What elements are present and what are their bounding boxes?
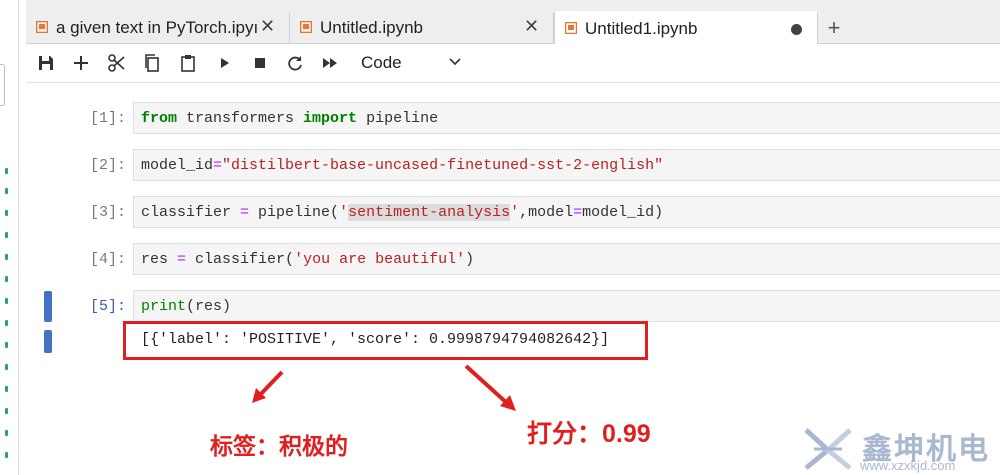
cell-prompt: [1]: xyxy=(89,110,126,127)
code-token: res xyxy=(141,251,178,268)
cell-prompt: [4]: xyxy=(89,251,126,268)
tab-label: Untitled1.ipynb xyxy=(585,19,698,38)
fast-forward-icon[interactable] xyxy=(319,52,341,74)
code-token: = xyxy=(573,204,583,221)
cell-prompt: [2]: xyxy=(89,157,126,174)
notebook-icon xyxy=(36,21,48,33)
tab-untitled1[interactable]: Untitled1.ipynb xyxy=(554,11,818,44)
output-collapse-indicator[interactable] xyxy=(44,330,52,353)
sidebar-marker xyxy=(5,364,8,370)
code-token: ' xyxy=(510,204,520,221)
cut-icon[interactable] xyxy=(106,52,128,74)
code-token: "distilbert-base-uncased-finetuned-sst-2… xyxy=(222,157,664,174)
add-tab-button[interactable]: + xyxy=(818,12,850,43)
code-token: model_id) xyxy=(582,204,664,221)
tab-label: a given text in PyTorch.ipyı xyxy=(56,18,259,37)
code-token: sentiment-analysis xyxy=(348,204,511,221)
arrow-to-label-icon xyxy=(252,370,284,403)
restart-icon[interactable] xyxy=(284,52,306,74)
cell-prompt: [5]: xyxy=(89,298,126,315)
sidebar-marker xyxy=(5,430,8,436)
code-token: from xyxy=(141,110,178,127)
sidebar-marker xyxy=(5,232,8,238)
close-icon[interactable]: ✕ xyxy=(524,16,539,37)
sidebar-marker xyxy=(5,452,8,458)
label-annotation: 标签：积极的 xyxy=(210,433,348,459)
code-token: pipeline( xyxy=(249,204,340,221)
unsaved-dot-icon[interactable] xyxy=(791,24,802,35)
sidebar-marker xyxy=(5,254,8,260)
sidebar-marker xyxy=(5,408,8,414)
watermark: 鑫坤机电 www.xzxkjd.com xyxy=(802,424,1000,475)
left-sidebar xyxy=(0,0,19,475)
code-line[interactable]: classifier = pipeline('sentiment-analysi… xyxy=(141,204,663,221)
code-cell[interactable]: classifier = pipeline('sentiment-analysi… xyxy=(133,196,1000,228)
code-line[interactable]: res = classifier('you are beautiful') xyxy=(141,251,474,268)
tab-label: Untitled.ipynb xyxy=(320,18,424,37)
cell-prompt: [3]: xyxy=(89,204,126,221)
tab-bar: a given text in PyTorch.ipyı ✕ Untitled.… xyxy=(26,0,1000,44)
sidebar-marker xyxy=(5,276,8,282)
sidebar-marker xyxy=(5,320,8,326)
code-token: ,model xyxy=(519,204,574,221)
paste-icon[interactable] xyxy=(177,52,199,74)
arrow-to-score-icon xyxy=(464,364,516,411)
code-token: ) xyxy=(465,251,475,268)
code-cell-active[interactable]: print(res) xyxy=(133,290,1000,322)
sidebar-marker xyxy=(5,168,8,174)
code-token: pipeline xyxy=(357,110,439,127)
watermark-url: www.xzxkjd.com xyxy=(860,458,956,473)
output-highlight-box xyxy=(123,321,648,360)
stop-icon[interactable] xyxy=(249,52,271,74)
chevron-down-icon[interactable] xyxy=(448,54,462,68)
code-token: print xyxy=(141,298,187,315)
run-icon[interactable] xyxy=(214,52,236,74)
code-token: = xyxy=(213,157,223,174)
sidebar-marker xyxy=(5,210,8,216)
tab-pytorch-notebook[interactable]: a given text in PyTorch.ipyı ✕ xyxy=(26,12,290,43)
code-token: 'you are beautiful' xyxy=(294,251,466,268)
cell-type-select[interactable]: Code xyxy=(361,53,402,73)
code-token: (res) xyxy=(186,298,232,315)
score-annotation: 打分：0.99 xyxy=(527,420,651,448)
notebook-icon xyxy=(300,21,312,33)
sidebar-marker xyxy=(5,188,8,194)
code-cell[interactable]: from transformers import pipeline xyxy=(133,102,1000,134)
code-token: transformers xyxy=(177,110,304,127)
sidebar-marker xyxy=(5,298,8,304)
code-token: ' xyxy=(339,204,349,221)
close-icon[interactable]: ✕ xyxy=(260,16,275,37)
notebook-toolbar: Code xyxy=(26,44,1000,83)
code-token: classifier xyxy=(141,204,241,221)
code-line[interactable]: print(res) xyxy=(141,298,231,315)
code-token: model_id xyxy=(141,157,214,174)
code-token: = xyxy=(240,204,250,221)
tab-untitled[interactable]: Untitled.ipynb ✕ xyxy=(290,12,554,43)
code-line[interactable]: from transformers import pipeline xyxy=(141,110,438,127)
code-token: import xyxy=(303,110,358,127)
sidebar-marker xyxy=(5,342,8,348)
code-cell[interactable]: model_id="distilbert-base-uncased-finetu… xyxy=(133,149,1000,181)
code-line[interactable]: model_id="distilbert-base-uncased-finetu… xyxy=(141,157,663,174)
active-cell-indicator[interactable] xyxy=(44,291,52,322)
copy-icon[interactable] xyxy=(141,52,163,74)
code-token: classifier( xyxy=(186,251,295,268)
code-token: = xyxy=(177,251,187,268)
code-cell[interactable]: res = classifier('you are beautiful') xyxy=(133,243,1000,275)
sidebar-collapse-handle[interactable] xyxy=(0,64,5,106)
watermark-logo-icon xyxy=(804,428,852,470)
save-icon[interactable] xyxy=(35,52,57,74)
sidebar-marker xyxy=(5,386,8,392)
add-cell-icon[interactable] xyxy=(70,52,92,74)
notebook-icon xyxy=(565,22,577,34)
